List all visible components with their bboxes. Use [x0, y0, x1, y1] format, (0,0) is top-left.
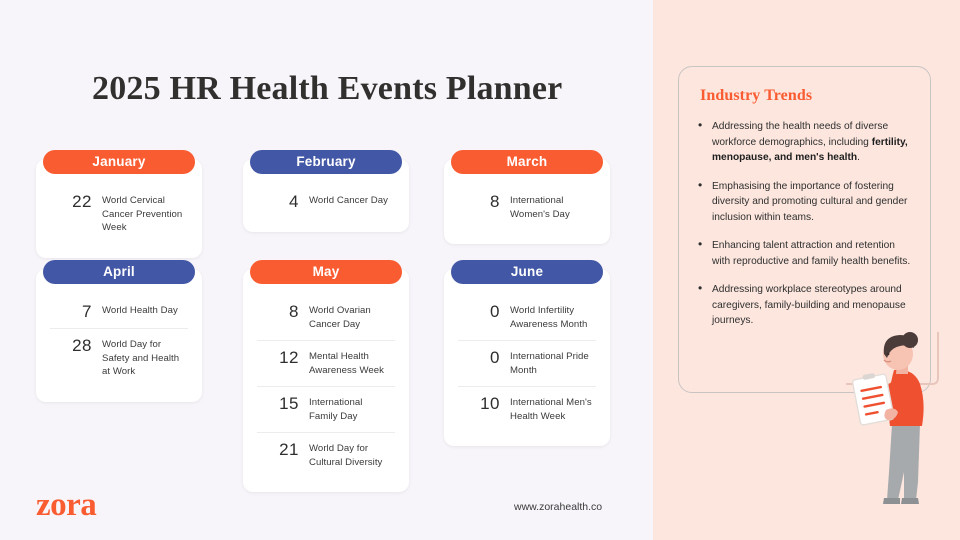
- event-row: 21 World Day for Cultural Diversity: [257, 432, 395, 478]
- month-label-february: February: [250, 150, 402, 174]
- event-label: World Cancer Day: [309, 195, 388, 206]
- month-card-march: March 8 International Women's Day: [444, 150, 610, 244]
- event-label: Mental Health Awareness Week: [309, 351, 384, 376]
- event-day: 0: [490, 302, 500, 321]
- month-card-june: June 0 World Infertility Awareness Month 0 I…: [444, 260, 610, 446]
- industry-trends-list: Addressing the health needs of diverse w…: [697, 118, 912, 329]
- event-day: 15: [279, 394, 299, 413]
- month-label-june: June: [451, 260, 603, 284]
- event-day: 10: [480, 394, 500, 413]
- event-day: 8: [289, 302, 299, 321]
- event-label: World Day for Cultural Diversity: [309, 443, 383, 468]
- industry-trend-item: Addressing the health needs of diverse w…: [697, 118, 912, 166]
- month-label-april: April: [43, 260, 195, 284]
- industry-trend-item: Enhancing talent attraction and retentio…: [697, 237, 912, 269]
- month-card-may: May 8 World Ovarian Cancer Day 12 Mental Hea…: [243, 260, 409, 492]
- event-label: World Ovarian Cancer Day: [309, 305, 371, 330]
- event-row: 12 Mental Health Awareness Week: [257, 340, 395, 386]
- event-label: World Day for Safety and Health at Work: [102, 339, 180, 377]
- event-day: 28: [72, 336, 92, 355]
- event-day: 8: [490, 192, 500, 211]
- event-row: 22 World Cervical Cancer Prevention Week: [50, 185, 188, 244]
- woman-holding-clipboard-illustration: [846, 332, 939, 504]
- event-row: 28 World Day for Safety and Health at Wor…: [50, 328, 188, 388]
- event-row: 8 World Ovarian Cancer Day: [257, 295, 395, 340]
- event-day: 7: [82, 302, 92, 321]
- event-row: 15 International Family Day: [257, 386, 395, 432]
- event-row: 10 International Men's Health Week: [458, 386, 596, 432]
- trend-text: Addressing workplace stereotypes around …: [712, 284, 906, 326]
- event-label: International Men's Health Week: [510, 397, 592, 422]
- event-label: International Family Day: [309, 397, 363, 422]
- trend-text-tail: .: [857, 152, 860, 163]
- page-title: 2025 HR Health Events Planner: [92, 70, 563, 107]
- event-row: 8 International Women's Day: [458, 185, 596, 230]
- zora-logo: zora: [36, 487, 97, 523]
- event-day: 0: [490, 348, 500, 367]
- month-label-march: March: [451, 150, 603, 174]
- event-label: International Pride Month: [510, 351, 589, 376]
- industry-trends-heading: Industry Trends: [700, 87, 813, 104]
- event-row: 7 World Health Day: [50, 295, 188, 328]
- poster-canvas: 2025 HR Health Events Planner January 22 W…: [0, 0, 960, 540]
- event-day: 12: [279, 348, 299, 367]
- month-card-april: April 7 World Health Day 28 World Day for Sa…: [36, 260, 202, 402]
- trend-text: Emphasising the importance of fostering …: [712, 180, 908, 223]
- month-card-january: January 22 World Cervical Cancer Preventio…: [36, 150, 202, 258]
- event-row: 0 International Pride Month: [458, 340, 596, 386]
- event-label: World Health Day: [102, 305, 178, 316]
- trend-text: Addressing the health needs of diverse w…: [712, 121, 889, 148]
- event-label: World Cervical Cancer Prevention Week: [102, 195, 183, 233]
- industry-trend-item: Emphasising the importance of fostering …: [697, 178, 912, 226]
- trend-text: Enhancing talent attraction and retentio…: [712, 240, 911, 267]
- event-day: 4: [289, 192, 299, 211]
- event-day: 22: [72, 192, 92, 211]
- event-day: 21: [279, 440, 299, 459]
- month-label-may: May: [250, 260, 402, 284]
- month-label-january: January: [43, 150, 195, 174]
- event-row: 0 World Infertility Awareness Month: [458, 295, 596, 340]
- industry-trend-item: Addressing workplace stereotypes around …: [697, 281, 912, 329]
- website-url: www.zorahealth.co: [514, 501, 603, 513]
- event-label: International Women's Day: [510, 195, 570, 220]
- event-row: 4 World Cancer Day: [257, 185, 395, 218]
- month-card-february: February 4 World Cancer Day: [243, 150, 409, 232]
- event-label: World Infertility Awareness Month: [510, 305, 588, 330]
